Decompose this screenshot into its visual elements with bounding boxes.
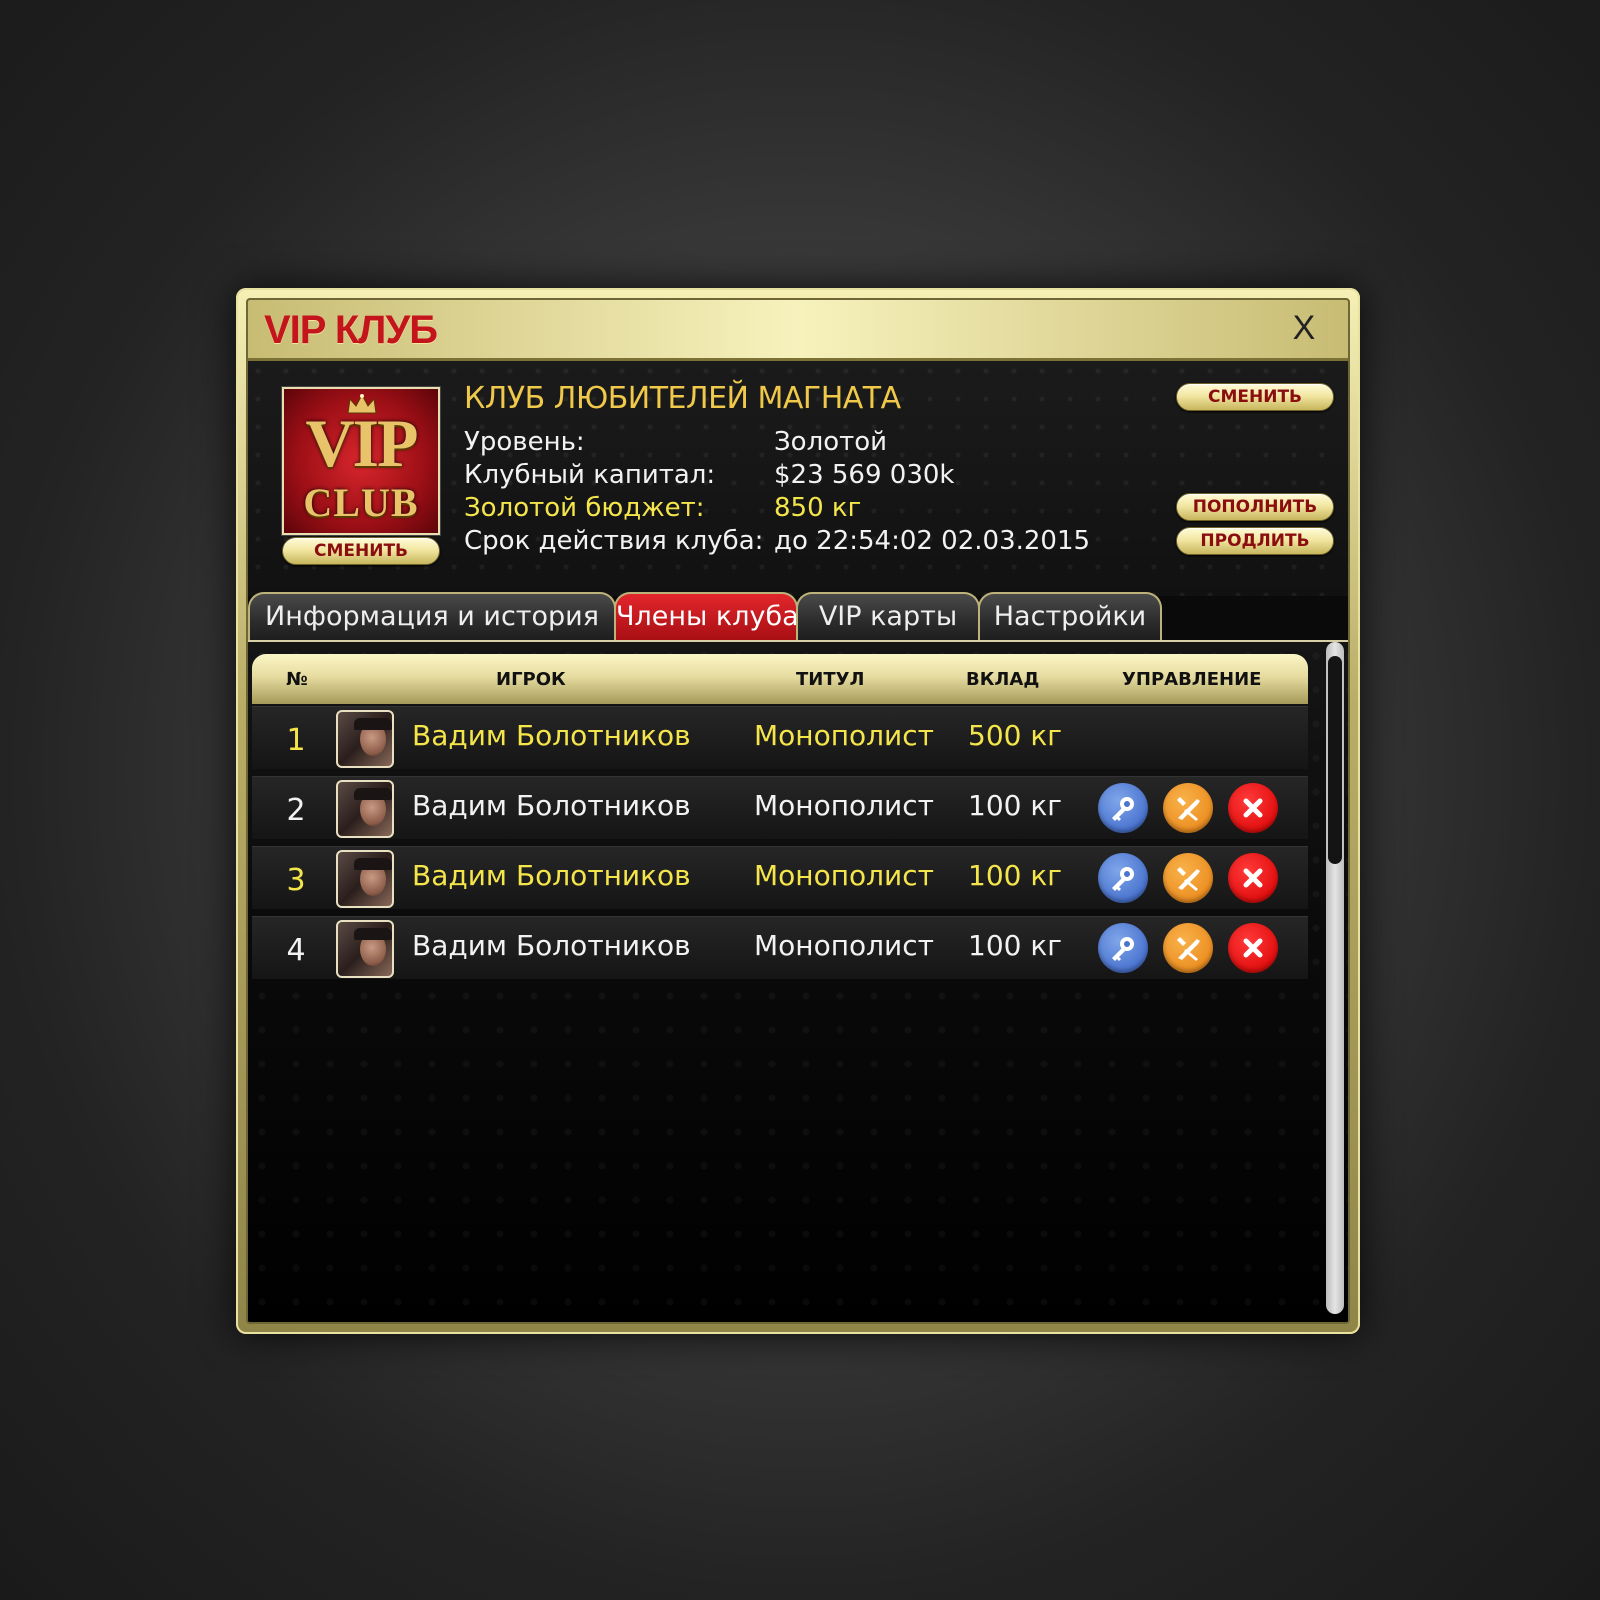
info-level-label: Уровень: — [464, 427, 585, 457]
row-title: Монополист — [754, 719, 934, 752]
row-player-name[interactable]: Вадим Болотников — [412, 929, 691, 962]
delete-button[interactable] — [1228, 783, 1278, 833]
club-header: VIP CLUB СМЕНИТЬ КЛУБ ЛЮБИТЕЛЕЙ МАГНАТА … — [248, 361, 1348, 596]
info-capital-label: Клубный капитал: — [464, 460, 716, 490]
header-title: ТИТУЛ — [796, 669, 865, 690]
info-gold-budget-label: Золотой бюджет: — [464, 493, 705, 523]
info-gold-budget-value: 850 кг — [774, 493, 862, 523]
table-row[interactable]: 3 Вадим Болотников Монополист 100 кг — [252, 846, 1308, 909]
row-title: Монополист — [754, 859, 934, 892]
delete-icon — [1243, 798, 1263, 818]
delete-icon — [1243, 938, 1263, 958]
window-title: VIP КЛУБ — [264, 308, 438, 352]
table-row[interactable]: 1 Вадим Болотников Монополист 500 кг — [252, 706, 1308, 769]
table-row[interactable]: 4 Вадим Болотников Монополист 100 кг — [252, 916, 1308, 979]
logo-club-text: CLUB — [303, 480, 419, 525]
table-header: № ИГРОК ТИТУЛ ВКЛАД УПРАВЛЕНИЕ — [252, 654, 1308, 704]
delete-button[interactable] — [1228, 853, 1278, 903]
tab-bar: Информация и история Члены клуба VIP кар… — [248, 592, 1348, 640]
row-num: 1 — [286, 723, 306, 758]
close-button[interactable]: X — [1286, 310, 1322, 346]
info-expiry-label: Срок действия клуба: — [464, 526, 764, 556]
row-player-name[interactable]: Вадим Болотников — [412, 789, 691, 822]
row-player-name[interactable]: Вадим Болотников — [412, 859, 691, 892]
change-logo-button[interactable]: СМЕНИТЬ — [282, 537, 440, 565]
table-row[interactable]: 2 Вадим Болотников Монополист 100 кг — [252, 776, 1308, 839]
key-icon — [1112, 867, 1134, 891]
tools-icon — [1177, 867, 1200, 891]
header-actions: УПРАВЛЕНИЕ — [1122, 669, 1262, 690]
avatar[interactable] — [336, 850, 394, 908]
tools-button[interactable] — [1163, 853, 1213, 903]
tab-vip-cards[interactable]: VIP карты — [796, 592, 980, 640]
row-contribution: 500 кг — [968, 719, 1062, 752]
delete-button[interactable] — [1228, 923, 1278, 973]
extend-button[interactable]: ПРОДЛИТЬ — [1176, 527, 1334, 555]
row-contribution: 100 кг — [968, 929, 1062, 962]
tools-icon — [1177, 797, 1200, 821]
row-num: 2 — [286, 793, 306, 828]
key-button[interactable] — [1098, 783, 1148, 833]
logo-vip-text: VIP — [305, 405, 418, 481]
info-expiry-value: до 22:54:02 02.03.2015 — [774, 526, 1091, 556]
titlebar: VIP КЛУБ X — [248, 300, 1348, 361]
row-title: Монополист — [754, 789, 934, 822]
tools-icon — [1177, 937, 1200, 961]
row-num: 4 — [286, 933, 306, 968]
key-button[interactable] — [1098, 923, 1148, 973]
tab-club-members[interactable]: Члены клуба — [614, 592, 799, 640]
avatar[interactable] — [336, 920, 394, 978]
avatar[interactable] — [336, 710, 394, 768]
vip-club-window: VIP КЛУБ X VIP CLUB СМЕНИТЬ КЛУБ ЛЮБИТЕЛ… — [236, 288, 1360, 1334]
scroll-thumb[interactable] — [1328, 656, 1342, 864]
header-player: ИГРОК — [496, 669, 566, 690]
tab-settings[interactable]: Настройки — [978, 592, 1162, 640]
info-capital-value: $23 569 030k — [774, 460, 955, 490]
window-body: VIP КЛУБ X VIP CLUB СМЕНИТЬ КЛУБ ЛЮБИТЕЛ… — [246, 298, 1350, 1324]
avatar[interactable] — [336, 780, 394, 838]
topup-button[interactable]: ПОПОЛНИТЬ — [1176, 493, 1334, 521]
key-icon — [1112, 937, 1134, 961]
tab-info-history[interactable]: Информация и история — [248, 592, 616, 640]
row-player-name[interactable]: Вадим Болотников — [412, 719, 691, 752]
key-icon — [1112, 797, 1134, 821]
key-button[interactable] — [1098, 853, 1148, 903]
delete-icon — [1243, 868, 1263, 888]
members-scrollbar[interactable] — [1326, 642, 1344, 1314]
header-num: № — [286, 669, 308, 690]
tools-button[interactable] — [1163, 923, 1213, 973]
tools-button[interactable] — [1163, 783, 1213, 833]
row-num: 3 — [286, 863, 306, 898]
club-logo: VIP CLUB — [282, 387, 440, 535]
row-title: Монополист — [754, 929, 934, 962]
header-contribution: ВКЛАД — [966, 669, 1040, 690]
row-contribution: 100 кг — [968, 859, 1062, 892]
info-level-value: Золотой — [774, 427, 888, 457]
members-panel: № ИГРОК ТИТУЛ ВКЛАД УПРАВЛЕНИЕ 1 Вадим Б… — [248, 642, 1348, 1322]
row-contribution: 100 кг — [968, 789, 1062, 822]
club-name: КЛУБ ЛЮБИТЕЛЕЙ МАГНАТА — [464, 381, 901, 416]
change-club-button[interactable]: СМЕНИТЬ — [1176, 383, 1334, 411]
